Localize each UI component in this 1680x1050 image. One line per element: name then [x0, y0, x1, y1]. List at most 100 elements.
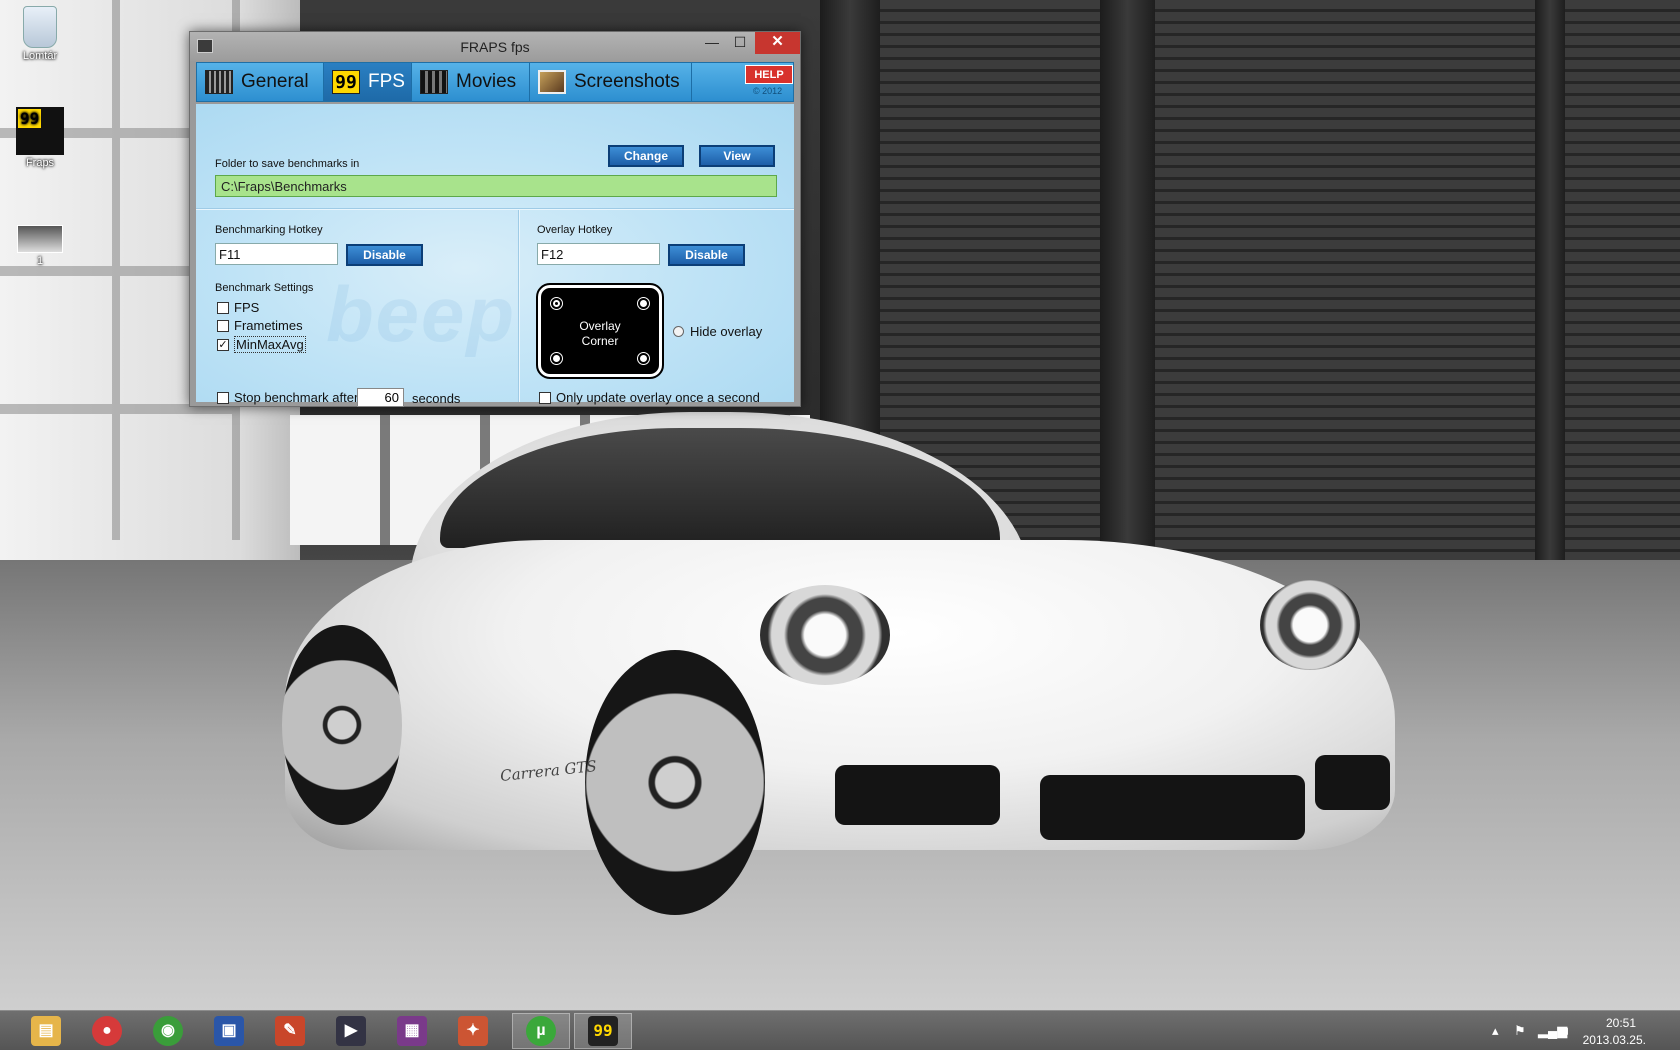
taskbar-app-tools[interactable]: ✦	[444, 1013, 502, 1049]
stop-benchmark-label: Stop benchmark after	[234, 390, 359, 405]
fps-settings-panel: beep Folder to save benchmarks in Change…	[196, 104, 794, 407]
pdf-tool-icon: ✎	[275, 1016, 305, 1046]
show-hidden-icons-icon[interactable]: ▴	[1492, 1023, 1499, 1039]
desktop-icon-recycle-bin[interactable]: Lomtár	[5, 6, 75, 62]
image-file-icon	[17, 225, 63, 253]
car-grille-left	[835, 765, 1000, 825]
overlay-corner-selector: Overlay Corner	[536, 283, 664, 379]
benchmark-hotkey-field[interactable]: F11	[215, 243, 338, 265]
fraps-window: FRAPS fps — ☐ ✕ General 99 FPS Movies Sc…	[189, 31, 801, 407]
car-grille-right	[1315, 755, 1390, 810]
copyright-text: © 2012	[753, 86, 783, 96]
hide-overlay-option[interactable]: Hide overlay	[673, 324, 762, 339]
minmaxavg-checkbox-row[interactable]: ✓ MinMaxAvg	[217, 336, 306, 353]
frametimes-checkbox-row[interactable]: Frametimes	[217, 318, 303, 333]
benchmark-folder-field[interactable]: C:\Fraps\Benchmarks	[215, 175, 777, 197]
clock-time[interactable]: 20:51	[1606, 1016, 1636, 1030]
screenshots-photo-icon	[538, 70, 566, 94]
car-rear-wheel	[282, 625, 402, 825]
movies-film-icon	[420, 70, 448, 94]
action-center-flag-icon[interactable]: ⚑	[1514, 1023, 1526, 1039]
desktop-icon-label: 1	[36, 255, 44, 267]
desktop-icon-image[interactable]: 1	[5, 225, 75, 267]
taskbar-app-chrome[interactable]: ◉	[139, 1013, 197, 1049]
taskbar-app-utorrent[interactable]: µ	[512, 1013, 570, 1049]
overlay-hotkey-field[interactable]: F12	[537, 243, 660, 265]
car-front-wheel	[585, 650, 765, 915]
watermark: beep	[326, 270, 517, 358]
wallpaper-shutter	[1565, 0, 1680, 620]
checkbox-label: Frametimes	[234, 318, 303, 333]
column-divider	[518, 210, 520, 402]
app-red-circle-icon: ●	[92, 1016, 122, 1046]
overlay-hotkey-label: Overlay Hotkey	[537, 224, 613, 236]
hide-overlay-label: Hide overlay	[690, 324, 763, 339]
checkbox-label: MinMaxAvg	[234, 336, 306, 353]
car-headlight-left	[760, 585, 890, 685]
taskbar-app-video[interactable]: ▶	[322, 1013, 380, 1049]
tab-screenshots[interactable]: Screenshots	[530, 63, 692, 101]
change-button[interactable]: Change	[608, 145, 684, 167]
overlay-corner-bottom-left[interactable]	[550, 352, 563, 365]
overlay-corner-bottom-right[interactable]	[637, 352, 650, 365]
title-bar[interactable]: FRAPS fps — ☐ ✕	[190, 32, 800, 61]
benchmark-hotkey-label: Benchmarking Hotkey	[215, 224, 323, 236]
recycle-bin-icon	[23, 6, 57, 48]
network-signal-icon[interactable]: ▂▄▆	[1538, 1023, 1567, 1039]
fraps-taskbar-icon: 99	[588, 1016, 618, 1046]
stop-benchmark-row[interactable]: Stop benchmark after	[217, 390, 358, 405]
desktop-icon-label: Lomtár	[22, 50, 58, 62]
help-button[interactable]: HELP	[745, 65, 793, 84]
desktop-icon-label: Fraps	[25, 157, 55, 169]
fps-checkbox-row[interactable]: FPS	[217, 300, 259, 315]
overlay-corner-top-right[interactable]	[637, 297, 650, 310]
system-tray: ▴ ⚑ ▂▄▆ 🔈︎ 20:51 2013.03.25.	[1440, 1011, 1680, 1050]
fraps-shortcut-icon: 99	[16, 107, 64, 155]
tab-fps[interactable]: 99 FPS	[324, 63, 412, 101]
tab-label: General	[241, 71, 309, 92]
maximize-button[interactable]: ☐	[726, 32, 754, 54]
close-button[interactable]: ✕	[755, 32, 800, 54]
tab-label: FPS	[368, 71, 405, 92]
only-update-overlay-row[interactable]: Only update overlay once a second	[539, 390, 760, 405]
taskbar-app-file-explorer[interactable]: ▤	[17, 1013, 75, 1049]
file-explorer-icon: ▤	[31, 1016, 61, 1046]
folder-label: Folder to save benchmarks in	[215, 158, 360, 170]
taskbar-app-winrar[interactable]: ▦	[383, 1013, 441, 1049]
volume-speaker-icon[interactable]: 🔈︎	[1564, 1023, 1572, 1039]
frametimes-checkbox[interactable]	[217, 319, 229, 332]
taskbar-app-save[interactable]: ▣	[200, 1013, 258, 1049]
tab-label: Screenshots	[574, 71, 680, 92]
overlay-disable-button[interactable]: Disable	[668, 244, 745, 266]
minmaxavg-checkbox[interactable]: ✓	[217, 338, 229, 351]
section-divider	[196, 208, 794, 210]
utorrent-icon: µ	[526, 1016, 556, 1046]
only-update-overlay-label: Only update overlay once a second	[556, 390, 760, 405]
stop-after-seconds-field[interactable]: 60	[357, 388, 404, 407]
taskbar: ▤ ● ◉ ▣ ✎ ▶ ▦ ✦ µ 99 ▴ ⚑ ▂▄▆ 🔈︎ 20:51 20…	[0, 1010, 1680, 1050]
taskbar-app-fraps[interactable]: 99	[574, 1013, 632, 1049]
overlay-corner-top-left[interactable]	[550, 297, 563, 310]
fps-checkbox[interactable]	[217, 301, 229, 314]
fps-99-icon: 99	[332, 70, 360, 94]
tab-movies[interactable]: Movies	[412, 63, 530, 101]
view-button[interactable]: View	[699, 145, 775, 167]
tab-bar: General 99 FPS Movies Screenshots HELP ©…	[196, 62, 794, 102]
tab-general[interactable]: General	[197, 63, 324, 101]
car-headlight-right	[1260, 580, 1360, 670]
stop-benchmark-checkbox[interactable]	[217, 391, 229, 404]
clock-date[interactable]: 2013.03.25.	[1583, 1033, 1646, 1047]
overlay-corner-label: Overlay Corner	[579, 319, 621, 348]
hide-overlay-radio[interactable]	[673, 326, 684, 337]
general-grid-icon	[205, 70, 233, 94]
floppy-save-icon: ▣	[214, 1016, 244, 1046]
taskbar-app-red[interactable]: ●	[78, 1013, 136, 1049]
minimize-button[interactable]: —	[698, 32, 726, 54]
wallpaper-shutter	[1155, 0, 1535, 620]
desktop-icon-fraps[interactable]: 99 Fraps	[5, 107, 75, 169]
tab-label: Movies	[456, 71, 517, 92]
only-update-overlay-checkbox[interactable]	[539, 391, 551, 404]
taskbar-app-pdf[interactable]: ✎	[261, 1013, 319, 1049]
benchmark-disable-button[interactable]: Disable	[346, 244, 423, 266]
chrome-icon: ◉	[153, 1016, 183, 1046]
